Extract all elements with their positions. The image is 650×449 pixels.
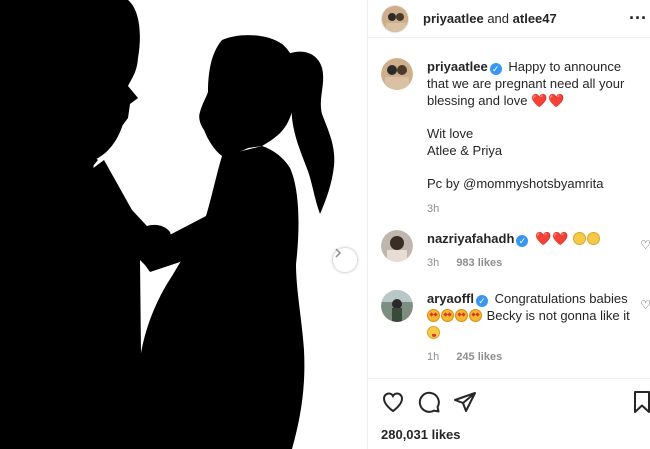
post-likes-count[interactable]: 280,031 likes (381, 427, 461, 442)
star-struck-emoji-icon (469, 309, 482, 322)
more-options-button[interactable]: ··· (629, 9, 647, 27)
silhouette-image (0, 0, 335, 449)
comment-likes[interactable]: 245 likes (456, 351, 502, 363)
header-usernames: priyaatlee and atlee47 (423, 11, 557, 26)
caption-avatar[interactable] (381, 58, 413, 90)
heart-outline-icon: ♡ (640, 298, 650, 312)
avatar[interactable] (381, 4, 409, 33)
more-horizontal-icon: ··· (629, 8, 647, 28)
caption-line: Wit love (427, 126, 474, 141)
comment-text: Congratulations babies (494, 291, 628, 306)
hugging-emoji-icon (587, 232, 601, 245)
star-struck-emoji-icon (441, 309, 454, 322)
comment-time[interactable]: 3h (427, 257, 439, 269)
comment-avatar[interactable] (381, 290, 413, 322)
star-struck-emoji-icon (455, 309, 468, 322)
save-button[interactable] (630, 390, 650, 414)
comment-username[interactable]: nazriyafahadh (427, 231, 514, 246)
comment-like-button[interactable]: ♡ (640, 298, 650, 312)
avatar-image (382, 5, 408, 32)
post-header: priyaatlee and atlee47 ··· (368, 0, 650, 38)
comment-likes[interactable]: 983 likes (456, 257, 502, 269)
caption-username[interactable]: priyaatlee (427, 59, 488, 74)
hugging-emoji-icon (573, 232, 587, 245)
comment-button[interactable] (417, 390, 441, 414)
post-caption: priyaatlee ✓ Happy to announce that we ar… (381, 58, 650, 218)
comment-icon (418, 391, 440, 413)
verified-badge-icon: ✓ (516, 235, 529, 247)
tongue-emoji-icon (427, 326, 440, 339)
caption-time[interactable]: 3h (427, 203, 439, 215)
verified-badge-icon: ✓ (475, 295, 488, 307)
action-bar (368, 378, 650, 424)
header-and-text: and (487, 11, 510, 26)
comment-avatar[interactable] (381, 230, 413, 262)
header-coauthor[interactable]: atlee47 (513, 11, 557, 26)
caption-signoff: Wit love Atlee & Priya (427, 125, 645, 159)
bookmark-icon (634, 391, 650, 413)
star-struck-emoji-icon (427, 309, 440, 322)
send-icon (454, 392, 476, 412)
caption-hearts: ❤️❤️ (531, 93, 566, 108)
chevron-right-icon (335, 248, 342, 258)
comment-item: nazriyafahadh ✓ ❤️❤️ 3h 983 likes ♡ (381, 230, 650, 272)
avatar-image (381, 290, 413, 322)
avatar-image (381, 230, 413, 262)
verified-badge-icon: ✓ (489, 63, 502, 75)
comment-item: aryaoffl ✓ Congratulations babies Becky i… (381, 290, 650, 366)
comment-hearts: ❤️❤️ (535, 231, 570, 246)
comment-username[interactable]: aryaoffl (427, 291, 474, 306)
heart-outline-icon: ♡ (640, 238, 650, 252)
post-side-panel: priyaatlee and atlee47 ··· priyaatlee ✓ H… (367, 0, 650, 449)
next-image-button[interactable] (333, 248, 357, 272)
header-username[interactable]: priyaatlee (423, 11, 484, 26)
comment-like-button[interactable]: ♡ (640, 238, 650, 252)
share-button[interactable] (453, 390, 477, 414)
comment-time[interactable]: 1h (427, 351, 439, 363)
heart-icon (382, 392, 404, 413)
like-button[interactable] (381, 390, 405, 414)
post-photo (0, 0, 367, 449)
comment-text: Becky is not gonna like it (486, 308, 630, 323)
caption-credit: Pc by @mommyshotsbyamrita (427, 176, 604, 191)
caption-line: Atlee & Priya (427, 143, 503, 158)
avatar-image (381, 58, 413, 90)
